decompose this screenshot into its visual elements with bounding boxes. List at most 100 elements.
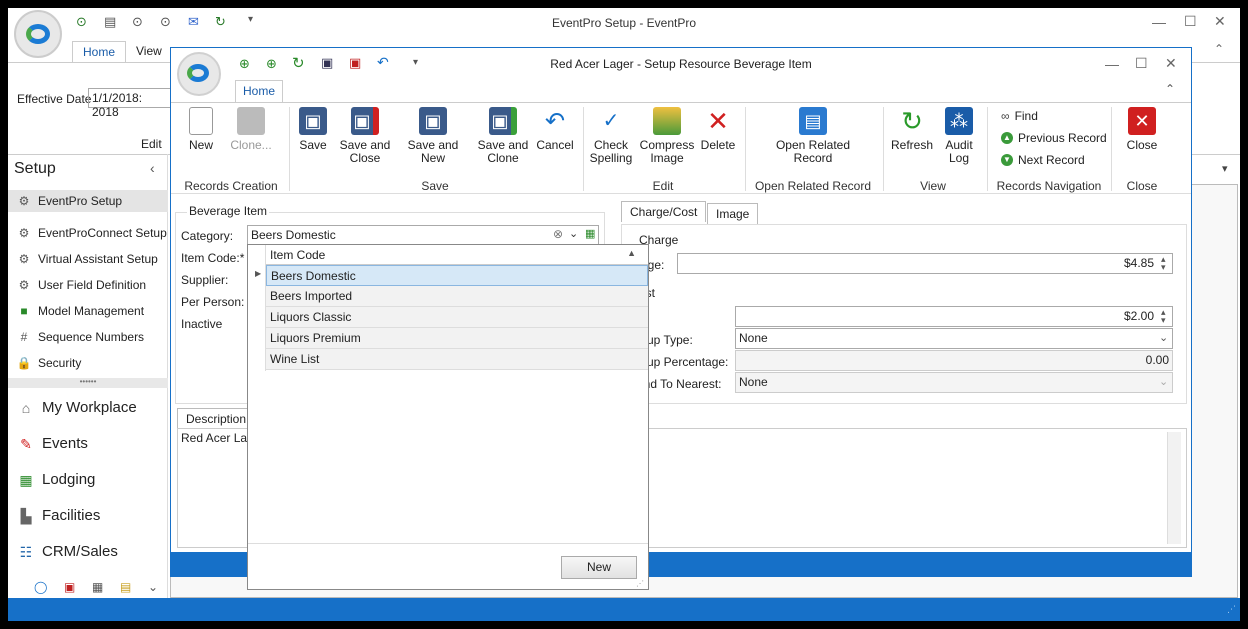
chevron-down-icon[interactable]: ⌄ — [569, 227, 578, 240]
sidebar-collapse-icon[interactable]: ‹ — [150, 160, 155, 176]
nav-events[interactable]: ✎ Events — [18, 435, 88, 452]
more-icon[interactable]: ⌄ — [148, 580, 158, 594]
nav-my-workplace[interactable]: ⌂ My Workplace — [18, 399, 137, 416]
markup-type-select[interactable]: None — [735, 328, 1173, 349]
find-button[interactable]: ∞ Find — [1001, 109, 1038, 123]
ribbon-separator — [987, 107, 988, 191]
close-button[interactable]: ✕ Close — [1121, 107, 1163, 152]
open-related-record-button[interactable]: ▤ Open Related Record — [761, 107, 865, 165]
sidebar-splitter[interactable]: •••••• — [8, 378, 168, 388]
refresh-button[interactable]: ↻ Refresh — [889, 107, 935, 152]
sidebar-item-eventpro-setup[interactable]: ⚙ EventPro Setup — [8, 190, 168, 212]
new-label: New — [188, 138, 213, 152]
charge-value: $4.85 — [1123, 256, 1154, 270]
delete-button[interactable]: ✕ Delete — [699, 107, 737, 152]
sidebar-item-security[interactable]: 🔒 Security — [16, 355, 82, 371]
sidebar-item-user-field-definition[interactable]: ⚙ User Field Definition — [16, 277, 146, 293]
save-and-new-button[interactable]: ▣ Save and New — [397, 107, 469, 165]
save-and-close-button[interactable]: ▣ Save and Close — [339, 107, 391, 165]
cost-spinner-icon[interactable]: ▴ ▾ — [1161, 308, 1166, 325]
ribbon-collapse-icon[interactable]: ⌃ — [1165, 82, 1175, 96]
notes-icon[interactable]: ▤ — [120, 580, 131, 594]
hash-icon: # — [20, 330, 28, 344]
tab-image[interactable]: Image — [707, 203, 759, 225]
description-scrollbar[interactable] — [1167, 432, 1181, 544]
minimize-icon[interactable]: — — [1152, 14, 1166, 30]
dropdown-arrow-icon[interactable]: ▾ — [1222, 162, 1228, 175]
round-chevron-icon[interactable]: ⌄ — [1159, 375, 1168, 388]
sidebar-item-eventproconnect-setup[interactable]: ⚙ EventProConnect Setup — [16, 225, 167, 241]
main-ribbon-collapse-icon[interactable]: ⌃ — [1214, 42, 1224, 56]
grid-icon[interactable]: ▦ — [585, 227, 595, 240]
cost-input[interactable]: $2.00 — [735, 306, 1173, 327]
dropdown-item-beers-imported[interactable]: Beers Imported — [266, 286, 648, 307]
ribbon-separator — [583, 107, 584, 191]
markup-type-value: None — [739, 331, 768, 345]
audit-log-button[interactable]: ⁂ Audit Log — [941, 107, 977, 165]
refresh-label: Refresh — [890, 138, 934, 152]
nav-lodging[interactable]: ▦ Lodging — [18, 471, 95, 488]
effective-date-label: Effective Date — [17, 92, 92, 106]
tab-charge-cost[interactable]: Charge/Cost — [621, 201, 707, 222]
crm-icon: ☷ — [19, 543, 33, 560]
sidebar-item-virtual-assistant-setup[interactable]: ⚙ Virtual Assistant Setup — [16, 251, 158, 267]
markup-type-chevron-icon[interactable]: ⌄ — [1159, 331, 1168, 344]
clipboard-icon[interactable]: ▣ — [64, 580, 75, 594]
dropdown-item-liquors-premium[interactable]: Liquors Premium — [266, 328, 648, 349]
next-record-button[interactable]: ▼ Next Record — [1001, 153, 1085, 167]
status-bar: ⋰ — [8, 598, 1240, 621]
nav-label: Lodging — [42, 471, 96, 488]
close-icon[interactable]: ✕ — [1214, 13, 1226, 30]
save-new-icon: ▣ — [419, 107, 447, 135]
sidebar-item-label: EventProConnect Setup — [38, 226, 167, 240]
dropdown-item-liquors-classic[interactable]: Liquors Classic — [266, 307, 648, 328]
clone-button[interactable]: Clone... — [227, 107, 275, 152]
binoculars-icon: ∞ — [1001, 109, 1010, 123]
dropdown-item-beers-domestic[interactable]: Beers Domestic — [266, 265, 648, 286]
tab-home[interactable]: Home — [235, 80, 283, 102]
ribbon-separator — [289, 107, 290, 191]
effective-date-input[interactable]: 1/1/2018: 2018 — [88, 88, 172, 119]
sidebar-item-label: User Field Definition — [38, 278, 147, 292]
clear-icon[interactable]: ⊗ — [553, 227, 563, 241]
group-view: View — [920, 179, 946, 193]
group-records-navigation: Records Navigation — [996, 179, 1102, 193]
chat-icon[interactable]: ◯ — [34, 580, 47, 594]
compress-image-button[interactable]: Compress Image — [639, 107, 695, 165]
nav-facilities[interactable]: ▙ Facilities — [18, 507, 101, 524]
tab-description[interactable]: Description — [177, 408, 256, 429]
round-to-nearest-select[interactable]: None — [735, 372, 1173, 393]
charge-spinner-icon[interactable]: ▴ ▾ — [1161, 255, 1166, 272]
main-tab-home[interactable]: Home — [72, 41, 126, 63]
previous-record-button[interactable]: ▲ Previous Record — [1001, 131, 1107, 145]
save-button[interactable]: ▣ Save — [295, 107, 331, 152]
markup-percentage-input[interactable]: 0.00 — [735, 350, 1173, 371]
sidebar-item-sequence-numbers[interactable]: # Sequence Numbers — [16, 329, 144, 345]
child-maximize-icon[interactable]: ☐ — [1135, 55, 1148, 72]
save-and-new-label: Save and New — [407, 138, 459, 165]
sidebar-item-model-management[interactable]: ■ Model Management — [16, 303, 144, 319]
child-minimize-icon[interactable]: — — [1105, 56, 1119, 72]
nav-crm-sales[interactable]: ☷ CRM/Sales — [18, 543, 118, 560]
new-button[interactable]: New — [181, 107, 221, 152]
calculator-icon[interactable]: ▦ — [92, 580, 103, 594]
beverage-item-section-title: Beverage Item — [187, 204, 270, 218]
nav-label: Events — [42, 435, 88, 452]
find-label: Find — [1014, 109, 1038, 123]
dropdown-footer — [248, 543, 648, 544]
save-and-clone-label: Save and Clone — [477, 138, 529, 165]
dropdown-new-button[interactable]: New — [561, 556, 637, 579]
child-close-icon[interactable]: ✕ — [1165, 55, 1177, 72]
maximize-icon[interactable]: ☐ — [1184, 13, 1197, 30]
resize-grip-icon[interactable]: ⋰ — [636, 579, 644, 588]
dropdown-item-wine-list[interactable]: Wine List — [266, 349, 648, 370]
new-doc-icon — [189, 107, 213, 135]
check-spelling-button[interactable]: ✓ Check Spelling — [589, 107, 633, 165]
cancel-button[interactable]: ↶ Cancel — [535, 107, 575, 152]
save-icon: ▣ — [299, 107, 327, 135]
main-tab-view[interactable]: View — [136, 44, 162, 58]
charge-input[interactable]: $4.85 — [677, 253, 1173, 274]
category-combobox[interactable]: Beers Domestic — [247, 225, 599, 245]
dropdown-column-header[interactable]: Item Code ▲ — [266, 245, 648, 265]
save-and-clone-button[interactable]: ▣ Save and Clone — [477, 107, 529, 165]
